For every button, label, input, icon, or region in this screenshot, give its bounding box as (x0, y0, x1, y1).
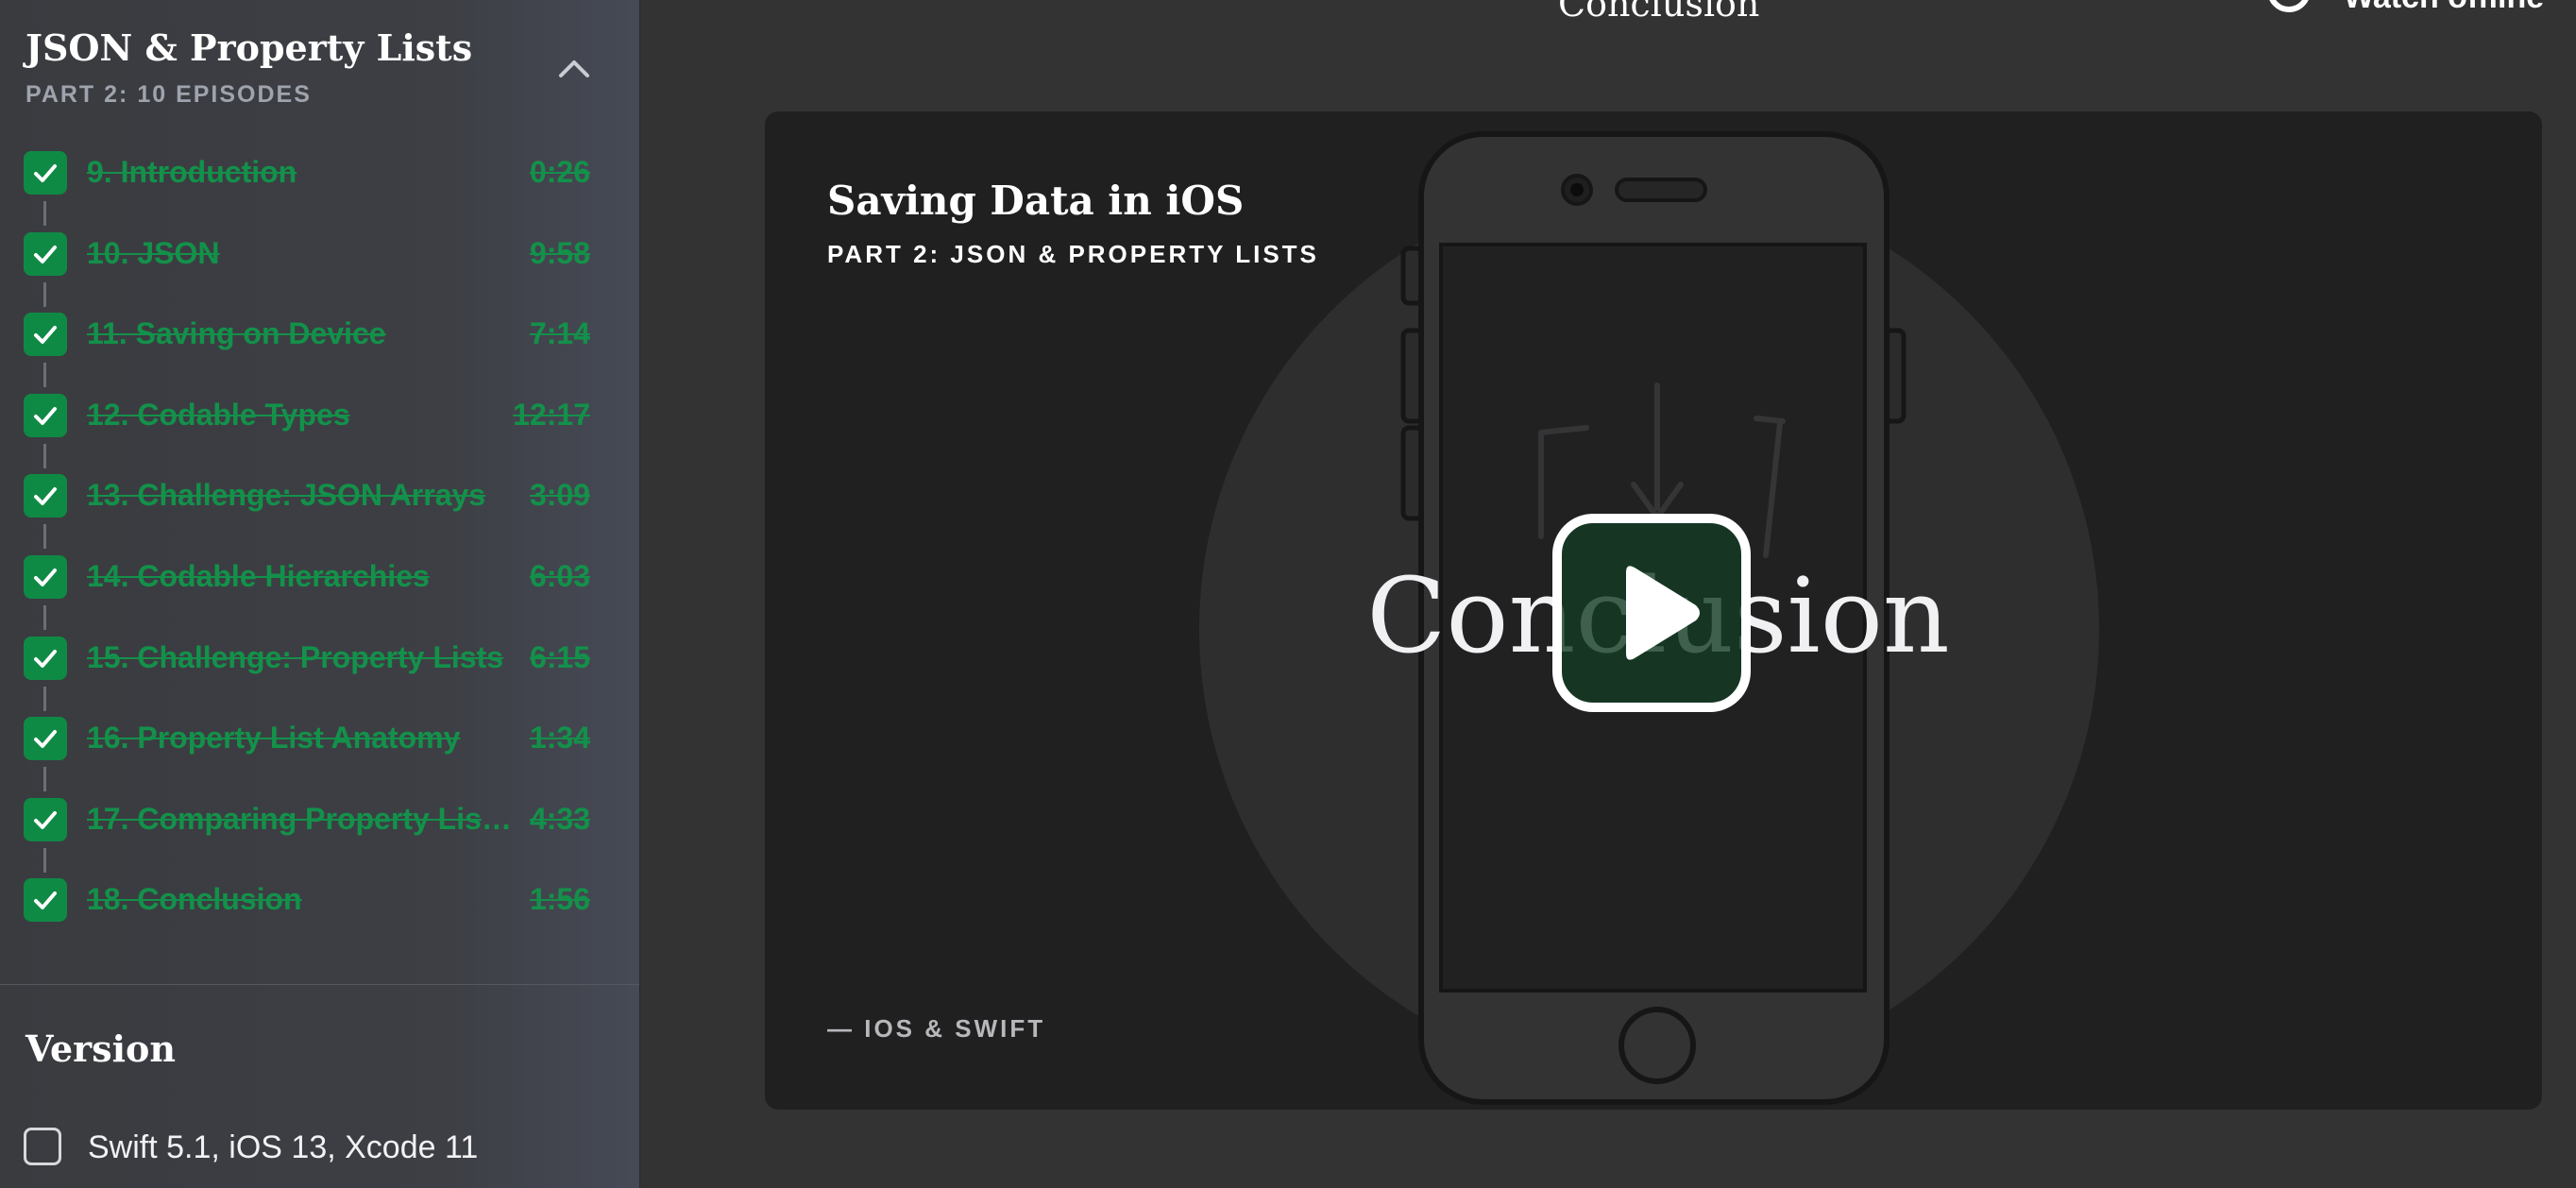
episode-duration: 7:14 (529, 316, 590, 351)
completed-check-icon (24, 151, 67, 195)
episode-item[interactable]: 13. Challenge: JSON Arrays 3:09 (0, 474, 639, 555)
completed-check-icon (24, 474, 67, 518)
completed-check-icon (24, 393, 67, 437)
chevron-up-icon (559, 60, 589, 77)
episode-item[interactable]: 11. Saving on Device 7:14 (0, 313, 639, 394)
completed-check-icon (24, 878, 67, 923)
video-player[interactable]: Saving Data in iOS PART 2: JSON & PROPER… (765, 111, 2542, 1110)
section-title: JSON & Property Lists (25, 26, 473, 69)
collapse-section-button[interactable] (551, 49, 597, 87)
episode-title: 16. Property List Anatomy (87, 721, 461, 755)
sidebar-divider (0, 984, 639, 985)
episode-connector (43, 443, 46, 468)
watch-offline-label: Watch offline (2344, 0, 2544, 16)
completed-check-icon (24, 717, 67, 761)
download-icon (2269, 0, 2309, 12)
play-icon (1552, 514, 1751, 712)
episode-sidebar: JSON & Property Lists PART 2: 10 EPISODE… (0, 0, 640, 1188)
play-button[interactable] (1552, 514, 1751, 712)
episode-item[interactable]: 16. Property List Anatomy 1:34 (0, 717, 639, 798)
course-category-label: — IOS & SWIFT (827, 1014, 1046, 1043)
completed-check-icon (24, 554, 67, 599)
version-heading: Version (25, 1027, 176, 1070)
course-title: Saving Data in iOS (827, 178, 1245, 224)
episode-title: 12. Codable Types (87, 397, 350, 432)
episode-connector (43, 847, 46, 873)
episode-duration: 0:26 (529, 155, 590, 189)
episode-connector (43, 524, 46, 550)
episode-item[interactable]: 9. Introduction 0:26 (0, 151, 639, 232)
completed-check-icon (24, 797, 67, 841)
episode-connector (43, 281, 46, 307)
episode-duration: 4:33 (529, 801, 590, 836)
completed-check-icon (24, 313, 67, 357)
episode-duration: 1:34 (529, 721, 590, 755)
episode-item[interactable]: 14. Codable Hierarchies 6:03 (0, 554, 639, 636)
episode-connector (43, 363, 46, 388)
episode-item[interactable]: 17. Comparing Property List… 4:33 (0, 797, 639, 879)
episode-duration: 3:09 (529, 478, 590, 513)
version-option[interactable]: Swift 5.1, iOS 13, Xcode 11 (24, 1128, 609, 1173)
episode-title: 13. Challenge: JSON Arrays (87, 478, 486, 513)
episode-duration: 6:15 (529, 639, 590, 674)
section-subtitle: PART 2: 10 EPISODES (25, 81, 312, 108)
episode-title: 11. Saving on Device (87, 316, 386, 351)
episode-duration: 1:56 (529, 882, 590, 917)
episode-item[interactable]: 10. JSON 9:58 (0, 231, 639, 314)
course-part-label: PART 2: JSON & PROPERTY LISTS (827, 240, 1319, 268)
completed-check-icon (24, 636, 67, 680)
episode-header-title: Conclusion (1558, 0, 1760, 25)
episode-item[interactable]: 12. Codable Types 12:17 (0, 393, 639, 475)
episode-item[interactable]: 18. Conclusion 1:56 (0, 878, 639, 959)
episode-duration: 9:58 (529, 235, 590, 270)
episode-connector (43, 767, 46, 792)
episode-title: 14. Codable Hierarchies (87, 558, 430, 593)
episode-connector (43, 686, 46, 711)
episode-duration: 12:17 (513, 397, 590, 432)
episode-item[interactable]: 15. Challenge: Property Lists 6:15 (0, 636, 639, 718)
episode-connector (43, 604, 46, 630)
version-label: Swift 5.1, iOS 13, Xcode 11 (88, 1129, 479, 1165)
episode-title: 17. Comparing Property List… (87, 801, 517, 836)
episode-duration: 6:03 (529, 558, 590, 593)
episode-connector (43, 201, 46, 226)
episode-title: 15. Challenge: Property Lists (87, 639, 504, 674)
episode-title: 10. JSON (87, 235, 220, 270)
version-checkbox[interactable] (24, 1128, 61, 1165)
episode-title: 18. Conclusion (87, 882, 302, 917)
episode-list: 9. Introduction 0:26 10. JSON 9:58 11. S… (0, 151, 639, 959)
episode-title: 9. Introduction (87, 155, 297, 189)
completed-check-icon (24, 231, 67, 276)
